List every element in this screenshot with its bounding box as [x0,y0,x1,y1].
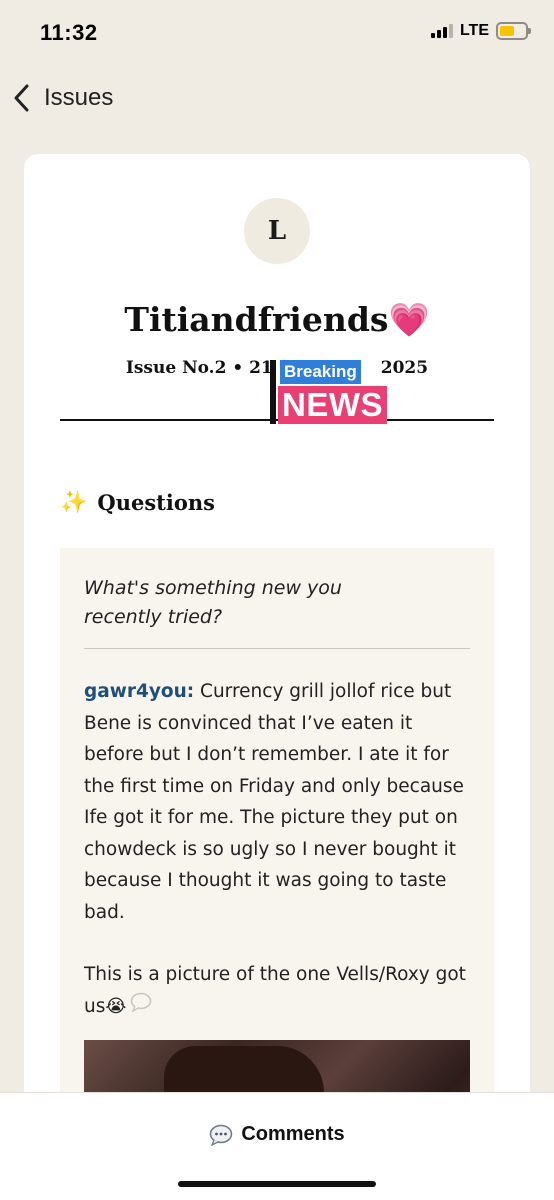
sticker-bar [270,360,276,424]
issue-card: L Titiandfriends💗 Issue No.2 • 21 2025 Br… [24,154,530,1144]
speech-bubble-icon[interactable] [130,991,152,1023]
comments-button[interactable]: Comments [0,1123,554,1146]
answer-body: Currency grill jollof rice but Bene is c… [84,681,464,923]
issue-number: Issue No.2 • 21 [125,358,273,378]
answer-paragraph: This is a picture of the one Vells/Roxy … [84,959,474,1022]
breaking-news-sticker: Breaking NEWS [270,356,400,426]
publication-avatar[interactable]: L [244,198,310,264]
crying-emoji: 😭 [105,995,127,1017]
bottom-bar: Comments [0,1092,554,1200]
section-header: ✨ Questions [60,490,215,515]
comment-bubble-icon [209,1124,233,1146]
question-text: What's something new you recently tried? [84,574,464,632]
back-button[interactable]: Issues [12,78,113,118]
battery-icon [496,22,531,40]
answer-paragraph: gawr4you: Currency grill jollof rice but… [84,676,474,928]
back-label: Issues [44,84,114,111]
comments-label: Comments [241,1123,345,1145]
question-line: What's something new you [84,577,342,599]
answer-text: gawr4you: Currency grill jollof rice but… [84,676,474,1022]
status-indicators: LTE [430,22,531,40]
question-divider [84,648,470,649]
home-indicator[interactable] [178,1181,376,1187]
status-bar: 11:32 LTE [0,0,554,70]
section-title: Questions [97,490,215,515]
signal-icon [430,24,453,38]
sticker-breaking-label: Breaking [280,360,361,384]
question-line: recently tried? [84,606,223,628]
sparkles-icon: ✨ [60,490,88,515]
network-label: LTE [459,22,489,39]
question-block: What's something new you recently tried?… [60,548,494,1144]
publication-title: Titiandfriends💗 [124,300,430,339]
chevron-left-icon [12,78,34,118]
answer-author[interactable]: gawr4you: [84,681,194,702]
sticker-news-label: NEWS [278,386,387,424]
status-time: 11:32 [40,20,98,45]
